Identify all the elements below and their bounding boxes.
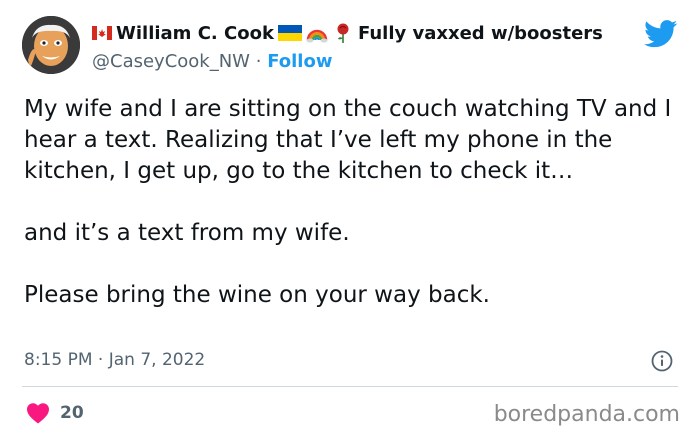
tweet-paragraph: Please bring the wine on your way back. [24, 282, 490, 308]
tweet-card: William C. Cook Fully vaxxed w/boosters … [0, 0, 700, 441]
rose-icon [337, 23, 349, 43]
avatar[interactable] [22, 16, 80, 74]
author-handle-line: @CaseyCook_NW · Follow [92, 51, 332, 72]
author-name[interactable]: William C. Cook [116, 23, 274, 44]
heart-icon [27, 403, 49, 424]
tweet-timestamp[interactable]: 8:15 PM · Jan 7, 2022 [24, 350, 205, 370]
info-icon[interactable] [651, 350, 673, 372]
like-count: 20 [60, 403, 84, 423]
twitter-bird-icon[interactable] [644, 20, 678, 48]
author-name-line[interactable]: William C. Cook Fully vaxxed w/boosters [92, 22, 603, 44]
author-name-suffix: Fully vaxxed w/boosters [357, 22, 603, 44]
follow-button[interactable]: Follow [267, 51, 332, 72]
tweet-paragraph: and it’s a text from my wife. [24, 220, 350, 246]
like-button[interactable]: 20 [26, 402, 84, 424]
avatar-image [22, 16, 80, 74]
author-handle[interactable]: @CaseyCook_NW [92, 51, 250, 72]
tweet-text: My wife and I are sitting on the couch w… [24, 94, 684, 311]
separator-dot: · [255, 51, 262, 72]
divider [22, 386, 678, 387]
ukraine-flag-icon [277, 25, 302, 41]
tweet-paragraph: My wife and I are sitting on the couch w… [24, 96, 672, 184]
rainbow-icon [306, 29, 328, 43]
canada-flag-icon [92, 26, 112, 40]
watermark: boredpanda.com [493, 402, 680, 427]
